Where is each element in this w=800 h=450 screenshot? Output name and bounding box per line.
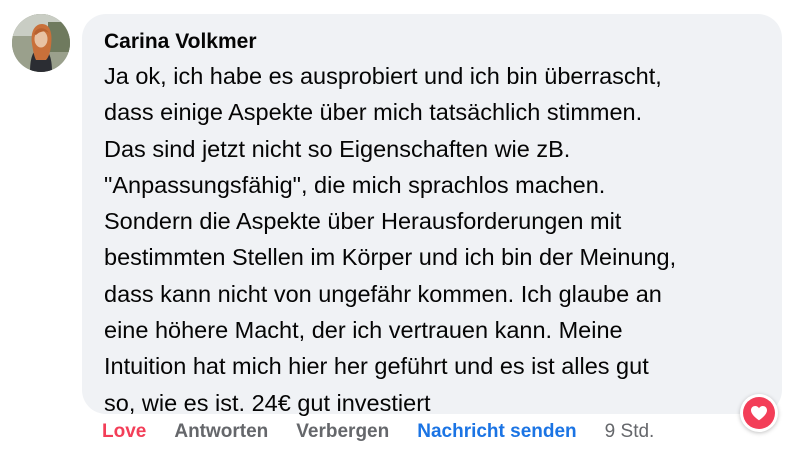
comment-text-line: Sondern die Aspekte über Herausforderung… <box>104 208 622 235</box>
hide-button[interactable]: Verbergen <box>296 418 389 446</box>
send-message-button[interactable]: Nachricht senden <box>417 418 576 446</box>
avatar-photo <box>12 14 70 72</box>
comment-text-line: Das sind jetzt nicht so Eigenschaften wi… <box>104 135 571 162</box>
heart-icon <box>751 406 767 421</box>
love-button[interactable]: Love <box>102 418 146 446</box>
comment-text-line: so, wie es ist. 24€ gut investiert <box>104 389 431 416</box>
comment-text-line: dass kann nicht von ungefähr kommen. Ich… <box>104 280 662 307</box>
comment-timestamp[interactable]: 9 Std. <box>605 418 655 446</box>
comment-text: Ja ok, ich habe es ausprobiert und ich b… <box>104 58 760 421</box>
comment-page: Carina Volkmer Ja ok, ich habe es auspro… <box>0 0 800 450</box>
comment-text-line: Intuition hat mich hier her geführt und … <box>104 353 649 380</box>
comment-text-line: eine höhere Macht, der ich vertrauen kan… <box>104 317 623 344</box>
comment-text-line: bestimmten Stellen im Körper und ich bin… <box>104 244 677 271</box>
heart-reaction <box>743 397 775 429</box>
comment-author[interactable]: Carina Volkmer <box>104 28 760 56</box>
comment-text-line: dass einige Aspekte über mich tatsächlic… <box>104 99 643 126</box>
reply-button[interactable]: Antworten <box>174 418 268 446</box>
comment-text-line: Ja ok, ich habe es ausprobiert und ich b… <box>104 63 662 89</box>
comment-actions: Love Antworten Verbergen Nachricht sende… <box>102 418 654 446</box>
comment-text-line: "Anpassungsfähig", die mich sprachlos ma… <box>104 171 606 198</box>
comment-bubble: Carina Volkmer Ja ok, ich habe es auspro… <box>82 14 782 416</box>
reaction-summary[interactable] <box>740 394 778 432</box>
avatar[interactable] <box>12 14 70 72</box>
